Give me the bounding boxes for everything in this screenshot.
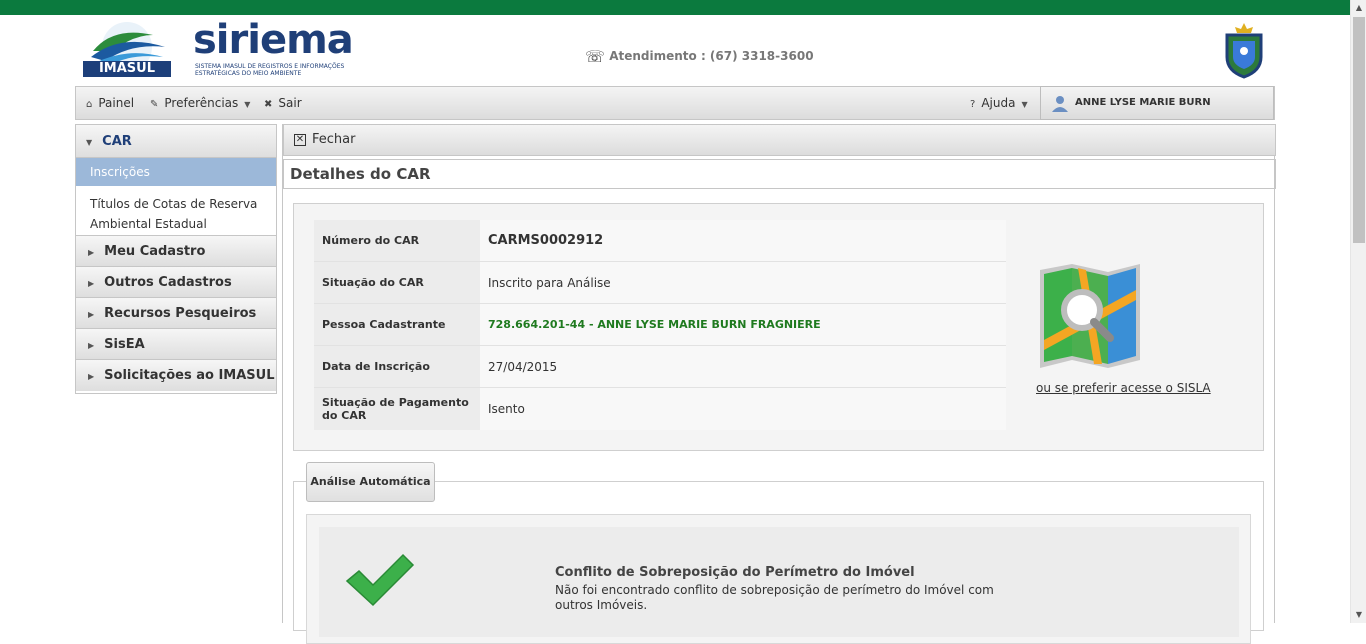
menu-ajuda[interactable]: ? Ajuda ▼ bbox=[970, 87, 1028, 119]
user-icon bbox=[1052, 96, 1068, 112]
page-title: Detalhes do CAR bbox=[283, 159, 1276, 189]
scroll-up-arrow-icon[interactable]: ▲ bbox=[1351, 0, 1366, 16]
close-icon: ✖ bbox=[264, 99, 273, 110]
sidebar-section-recursos-pesqueiros[interactable]: ▶ Recursos Pesqueiros bbox=[76, 298, 276, 329]
tab-analise-automatica[interactable]: Análise Automática bbox=[306, 462, 435, 502]
triangle-right-icon: ▶ bbox=[88, 341, 95, 350]
field-label: Número do CAR bbox=[314, 220, 480, 261]
sidebar-item-inscricoes[interactable]: Inscrições bbox=[76, 158, 276, 186]
sidebar-section-meu-cadastro[interactable]: ▶ Meu Cadastro bbox=[76, 236, 276, 267]
chevron-down-icon: ▼ bbox=[1021, 100, 1028, 109]
home-icon: ⌂ bbox=[86, 99, 93, 110]
main-menubar: ⌂ Painel ✎ Preferências ▼ ✖ Sair ? Ajuda ▼ ANN… bbox=[75, 86, 1275, 140]
user-menu[interactable]: ANNE LYSE MARIE BURN FRAGNIERE bbox=[1040, 86, 1274, 140]
sisla-link[interactable]: ou se preferir acesse o SISLA bbox=[1036, 381, 1211, 395]
conflict-text: Não foi encontrado conflito de sobreposi… bbox=[555, 583, 994, 612]
checkmark-icon bbox=[345, 553, 415, 607]
siriema-title: siriema bbox=[193, 17, 354, 63]
table-row: Situação do CAR Inscrito para Análise bbox=[314, 262, 1006, 304]
coat-of-arms-icon bbox=[1225, 23, 1263, 79]
field-label: Situação do CAR bbox=[314, 262, 480, 303]
sidebar-section-sisea[interactable]: ▶ SisEA bbox=[76, 329, 276, 360]
sidebar-item-titulos[interactable]: Títulos de Cotas de Reserva Ambiental Es… bbox=[76, 186, 276, 236]
sidebar: ▼ CAR Inscrições Títulos de Cotas de Rese… bbox=[75, 124, 277, 394]
analysis-panel: Conflito de Sobreposição do Perímetro do… bbox=[293, 481, 1264, 644]
triangle-right-icon: ▶ bbox=[88, 310, 95, 319]
sidebar-section-outros-cadastros[interactable]: ▶ Outros Cadastros bbox=[76, 267, 276, 298]
table-row: Pessoa Cadastrante 728.664.201-44 - ANNE… bbox=[314, 304, 1006, 346]
header: IMASUL siriema SISTEMA IMASUL DE REGISTR… bbox=[75, 15, 1275, 85]
main-content: ✕ Fechar Detalhes do CAR Número do CAR CA… bbox=[282, 124, 1276, 644]
triangle-down-icon: ▼ bbox=[86, 138, 93, 147]
chevron-down-icon: ▼ bbox=[244, 100, 251, 109]
triangle-right-icon: ▶ bbox=[88, 372, 95, 381]
registration-date-value: 27/04/2015 bbox=[480, 346, 1006, 387]
sidebar-section-solicitacoes[interactable]: ▶ Solicitações ao IMASUL bbox=[76, 360, 276, 391]
close-button[interactable]: ✕ Fechar bbox=[283, 124, 1276, 156]
close-box-icon: ✕ bbox=[294, 133, 306, 146]
top-green-bar bbox=[0, 0, 1350, 15]
menu-sair[interactable]: ✖ Sair bbox=[264, 87, 302, 119]
page-scrollbar[interactable]: ▲ ▼ bbox=[1350, 0, 1366, 623]
sidebar-section-car[interactable]: ▼ CAR bbox=[76, 125, 276, 158]
help-icon: ? bbox=[970, 99, 976, 110]
conflict-result: Conflito de Sobreposição do Perímetro do… bbox=[319, 527, 1239, 637]
imasul-label: IMASUL bbox=[83, 61, 171, 77]
analysis-inner: Conflito de Sobreposição do Perímetro do… bbox=[306, 514, 1251, 644]
conflict-title: Conflito de Sobreposição do Perímetro do… bbox=[555, 565, 915, 580]
field-label: Data de Inscrição bbox=[314, 346, 480, 387]
scroll-thumb[interactable] bbox=[1353, 17, 1365, 243]
table-row: Situação de Pagamento do CAR Isento bbox=[314, 388, 1006, 430]
map-search-icon[interactable] bbox=[1034, 260, 1146, 372]
support-phone: ☏ Atendimento : (67) 3318-3600 bbox=[585, 47, 814, 66]
field-label: Situação de Pagamento do CAR bbox=[314, 388, 480, 430]
menu-preferencias[interactable]: ✎ Preferências ▼ bbox=[150, 87, 250, 119]
siriema-subtitle: SISTEMA IMASUL DE REGISTROS E INFORMAÇÕE… bbox=[195, 63, 345, 77]
menu-painel[interactable]: ⌂ Painel bbox=[86, 87, 134, 119]
field-label: Pessoa Cadastrante bbox=[314, 304, 480, 345]
triangle-right-icon: ▶ bbox=[88, 248, 95, 257]
car-details-panel: Número do CAR CARMS0002912 Situação do C… bbox=[293, 203, 1264, 451]
car-details-table: Número do CAR CARMS0002912 Situação do C… bbox=[314, 220, 1006, 430]
triangle-right-icon: ▶ bbox=[88, 279, 95, 288]
phone-text: Atendimento : (67) 3318-3600 bbox=[609, 49, 814, 63]
pencil-icon: ✎ bbox=[150, 99, 159, 110]
table-row: Data de Inscrição 27/04/2015 bbox=[314, 346, 1006, 388]
phone-icon: ☏ bbox=[585, 47, 606, 66]
scroll-down-arrow-icon[interactable]: ▼ bbox=[1351, 607, 1366, 623]
car-status-value: Inscrito para Análise bbox=[480, 262, 1006, 303]
table-row: Número do CAR CARMS0002912 bbox=[314, 220, 1006, 262]
car-number-value: CARMS0002912 bbox=[480, 220, 1006, 261]
payment-status-value: Isento bbox=[480, 388, 1006, 430]
registrant-value: 728.664.201-44 - ANNE LYSE MARIE BURN FR… bbox=[480, 304, 1006, 345]
